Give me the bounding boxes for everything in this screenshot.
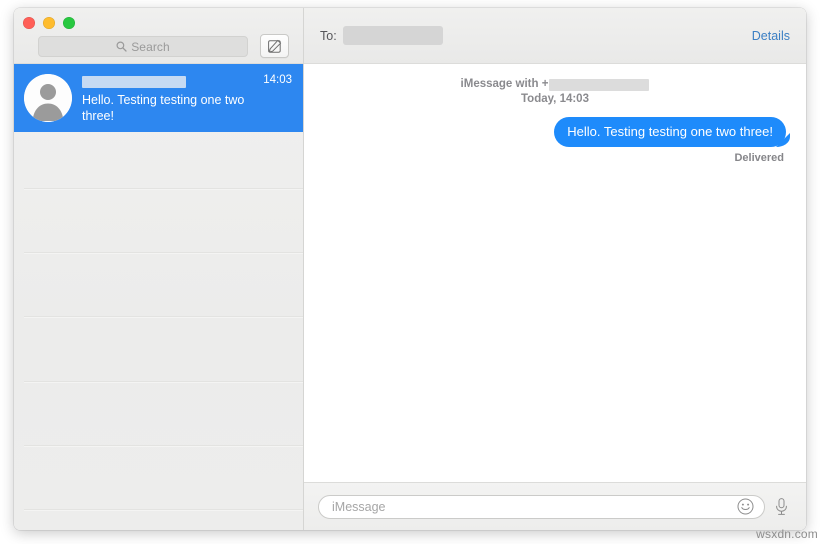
thread-date-line: Today, 14:03 [521, 93, 589, 105]
thread-service-line: iMessage with + [320, 78, 790, 91]
conversation-header: To: Details [304, 8, 806, 64]
to-label: To: [320, 28, 337, 43]
compose-button[interactable] [260, 34, 289, 58]
close-button[interactable] [23, 17, 35, 29]
list-item[interactable]: 14:03 Hello. Testing testing one two thr… [14, 64, 303, 132]
emoji-button[interactable] [737, 498, 754, 515]
message-bubble[interactable]: Hello. Testing testing one two three! [554, 117, 786, 147]
avatar [24, 74, 72, 122]
list-separator [24, 381, 303, 382]
recipient-field[interactable] [342, 26, 443, 45]
list-separator [24, 252, 303, 253]
search-placeholder: Search [131, 39, 170, 54]
search-field-content: Search [116, 40, 170, 54]
person-avatar-icon [24, 74, 72, 122]
search-input[interactable]: Search [38, 36, 248, 57]
message-composer: iMessage [304, 482, 806, 530]
list-item-timestamp: 14:03 [263, 74, 292, 86]
list-item-preview: Hello. Testing testing one two three! [82, 93, 245, 123]
conversation-pane: To: Details iMessage with + Today, 14:03… [304, 8, 806, 530]
thread-phone-redacted [549, 79, 650, 91]
list-separator [24, 445, 303, 446]
list-separator [24, 509, 303, 510]
zoom-button[interactable] [63, 17, 75, 29]
message-status: Delivered [734, 152, 784, 164]
microphone-icon [776, 498, 787, 515]
thread-service-text: iMessage with + [460, 78, 549, 90]
dictation-button[interactable] [773, 497, 790, 516]
list-item-body: 14:03 Hello. Testing testing one two thr… [82, 73, 294, 124]
minimize-button[interactable] [43, 17, 55, 29]
compose-icon [267, 39, 282, 54]
window-controls [23, 17, 75, 29]
message-thread: iMessage with + Today, 14:03 Hello. Test… [304, 64, 806, 482]
list-separator [24, 188, 303, 189]
sidebar-toolbar: Search [14, 8, 303, 64]
smiley-icon [737, 498, 754, 515]
thread-meta: iMessage with + Today, 14:03 [320, 78, 790, 105]
list-separator [24, 316, 303, 317]
list-item-name-redacted [82, 76, 186, 88]
conversation-list[interactable]: 14:03 Hello. Testing testing one two thr… [14, 64, 303, 530]
message-placeholder: iMessage [332, 499, 386, 514]
message-row: Hello. Testing testing one two three! [320, 117, 790, 147]
watermark: wsxdn.com [756, 527, 818, 541]
details-button[interactable]: Details [752, 29, 790, 43]
search-icon [116, 41, 127, 52]
message-input[interactable]: iMessage [318, 494, 765, 519]
messages-window: Search 14:03 Hello. Testing testing one … [14, 8, 806, 530]
conversations-sidebar: Search 14:03 Hello. Testing testing one … [14, 8, 304, 530]
